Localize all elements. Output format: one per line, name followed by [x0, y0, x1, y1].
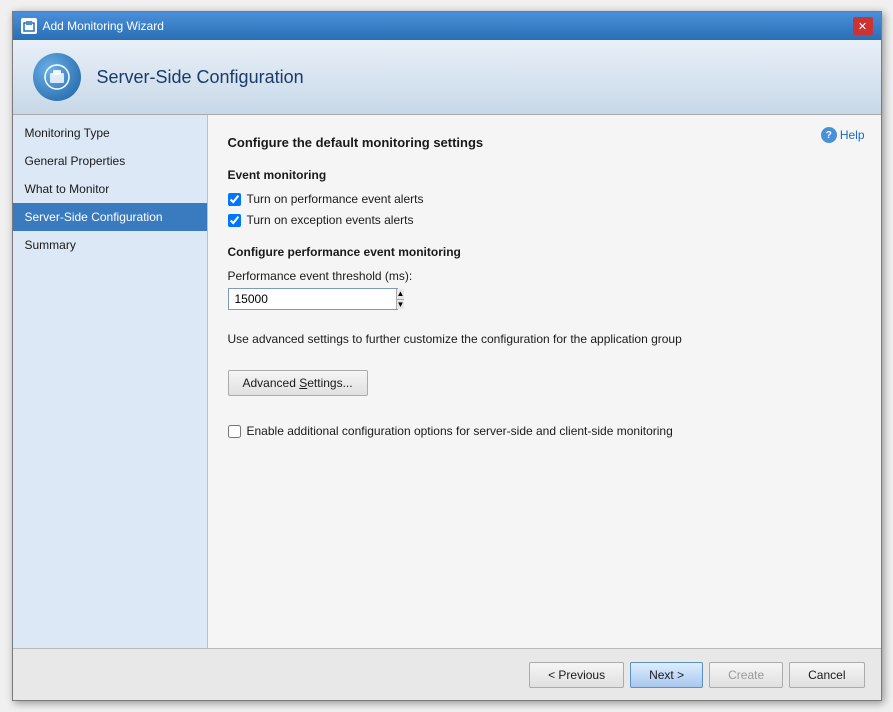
perf-section-title: Configure performance event monitoring — [228, 245, 861, 259]
threshold-spinbox: ▲ ▼ — [228, 288, 398, 310]
spinbox-up-button[interactable]: ▲ — [397, 289, 405, 300]
perf-alerts-label[interactable]: Turn on performance event alerts — [247, 192, 424, 206]
additional-options-row: Enable additional configuration options … — [228, 424, 861, 438]
sidebar: Monitoring Type General Properties What … — [13, 115, 208, 648]
title-bar: Add Monitoring Wizard ✕ — [13, 12, 881, 40]
sidebar-item-server-side-config[interactable]: Server-Side Configuration — [13, 203, 207, 231]
threshold-label: Performance event threshold (ms): — [228, 269, 861, 283]
exception-alerts-checkbox[interactable] — [228, 214, 241, 227]
window-title: Add Monitoring Wizard — [43, 19, 847, 33]
window-icon — [21, 18, 37, 34]
help-icon: ? — [821, 127, 837, 143]
spinbox-down-button[interactable]: ▼ — [397, 300, 405, 310]
event-section-title: Event monitoring — [228, 168, 861, 182]
page-title: Configure the default monitoring setting… — [228, 135, 861, 150]
additional-options-label[interactable]: Enable additional configuration options … — [247, 424, 673, 438]
sidebar-item-general-properties[interactable]: General Properties — [13, 147, 207, 175]
advanced-btn-label: Advanced Settings... — [243, 376, 353, 390]
create-button[interactable]: Create — [709, 662, 783, 688]
main-window: Add Monitoring Wizard ✕ Server-Side Conf… — [12, 11, 882, 701]
advanced-settings-button[interactable]: Advanced Settings... — [228, 370, 368, 396]
header-icon — [33, 53, 81, 101]
help-link[interactable]: ? Help — [821, 127, 865, 143]
sidebar-item-monitoring-type[interactable]: Monitoring Type — [13, 119, 207, 147]
header-section: Server-Side Configuration — [13, 40, 881, 115]
previous-button[interactable]: < Previous — [529, 662, 624, 688]
content-area: ? Help Configure the default monitoring … — [208, 115, 881, 648]
perf-alerts-checkbox[interactable] — [228, 193, 241, 206]
additional-options-checkbox[interactable] — [228, 425, 241, 438]
main-content: Monitoring Type General Properties What … — [13, 115, 881, 648]
threshold-input[interactable] — [229, 289, 396, 309]
help-label: Help — [840, 128, 865, 142]
perf-alerts-row: Turn on performance event alerts — [228, 192, 861, 206]
exception-alerts-label[interactable]: Turn on exception events alerts — [247, 213, 414, 227]
cancel-button[interactable]: Cancel — [789, 662, 864, 688]
close-button[interactable]: ✕ — [853, 17, 873, 35]
next-button[interactable]: Next > — [630, 662, 703, 688]
sidebar-item-what-to-monitor[interactable]: What to Monitor — [13, 175, 207, 203]
exception-alerts-row: Turn on exception events alerts — [228, 213, 861, 227]
sidebar-item-summary[interactable]: Summary — [13, 231, 207, 259]
header-title: Server-Side Configuration — [97, 67, 304, 88]
spinbox-buttons: ▲ ▼ — [396, 289, 405, 309]
footer: < Previous Next > Create Cancel — [13, 648, 881, 700]
advanced-section-label: Use advanced settings to further customi… — [228, 332, 861, 346]
